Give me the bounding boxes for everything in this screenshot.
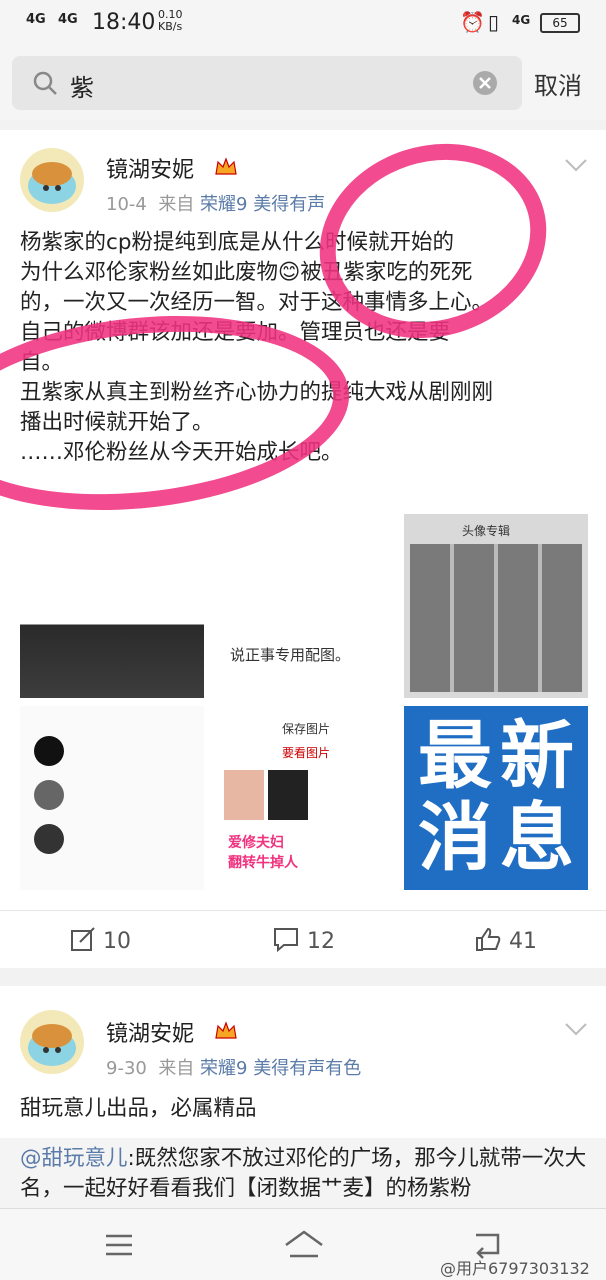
repost-icon [71,927,95,951]
image-thumbnail[interactable]: 最 新 消 息 [404,706,588,890]
battery-icon: 65 [540,13,580,33]
image-caption: 要看图片 [282,746,331,760]
search-input[interactable]: 紫 [12,56,522,110]
status-bar: 4G 4G 18:40 0.10 KB/s ⏰ ▯ 4G 65 [0,0,606,48]
image-thumbnail[interactable]: 说正事专用配图。 [212,514,396,698]
image-caption: 头像专辑 [462,524,511,538]
comment-button[interactable]: 12 [272,926,335,954]
image-caption: 消 [418,795,492,881]
home-icon[interactable] [284,1229,324,1259]
quoted-text: @甜玩意儿:既然您家不放过邓伦的广场，那今儿就带一次大名，一起好好看看我们【闭数… [20,1146,587,1201]
mention-link[interactable]: @甜玩意儿 [20,1146,128,1171]
avatar-image [28,1024,76,1066]
avatar[interactable] [20,1010,84,1074]
clear-icon[interactable] [472,70,498,96]
crown-icon [215,1021,237,1039]
image-caption: 新 [500,713,574,799]
divider [0,910,606,911]
image-thumbnail[interactable] [20,514,204,698]
search-bar: 紫 取消 [0,48,606,120]
net-speed: 0.10 KB/s [158,8,183,33]
crown-icon [215,157,237,175]
post-meta: 10-4 来自 荣耀9 美得有声 [106,194,326,215]
username[interactable]: 镜湖安妮 [106,152,194,184]
thumbs-up-icon [476,927,501,951]
watermark: @用户6797303132 [440,1259,590,1278]
search-icon [33,71,57,95]
image-thumbnail[interactable]: 保存图片 要看图片 爱修夫妇 翻转牛掉人 [212,706,396,890]
alarm-icon: ⏰ [460,10,485,34]
image-thumbnail[interactable] [20,706,204,890]
avatar[interactable] [20,148,84,212]
image-caption: 保存图片 [282,722,331,736]
post-card[interactable]: 镜湖安妮 9-30 来自 荣耀9 美得有声有色 甜玩意儿出品，必属精品 @甜玩意… [0,986,606,1208]
signal-1-label: 4G [26,12,46,27]
menu-icon[interactable] [104,1233,134,1257]
image-caption: 爱修夫妇 [228,835,284,851]
avatar-image [28,162,76,204]
bottom-nav: @用户6797303132 [0,1208,606,1280]
signal-2-label: 4G [58,12,78,27]
image-caption: 翻转牛掉人 [228,855,298,871]
post-meta: 9-30 来自 荣耀9 美得有声有色 [106,1058,362,1079]
post-text: 甜玩意儿出品，必属精品 [20,1096,257,1121]
image-thumbnail[interactable]: 头像专辑 [404,514,588,698]
comment-icon [274,928,298,953]
chevron-down-icon[interactable] [564,1022,588,1036]
clock: 18:40 [92,10,156,35]
image-caption: 最 [418,713,492,799]
search-query: 紫 [70,74,94,102]
username[interactable]: 镜湖安妮 [106,1016,194,1048]
chevron-down-icon[interactable] [564,158,588,172]
quoted-post[interactable]: @甜玩意儿:既然您家不放过邓伦的广场，那今儿就带一次大名，一起好好看看我们【闭数… [0,1138,606,1208]
network-label: 4G [512,13,531,27]
like-button[interactable]: 41 [474,926,537,954]
repost-button[interactable]: 10 [70,926,131,954]
image-caption: 息 [500,795,574,881]
vibrate-icon: ▯ [488,10,500,34]
image-caption: 说正事专用配图。 [230,646,351,664]
cancel-button[interactable]: 取消 [534,66,582,101]
